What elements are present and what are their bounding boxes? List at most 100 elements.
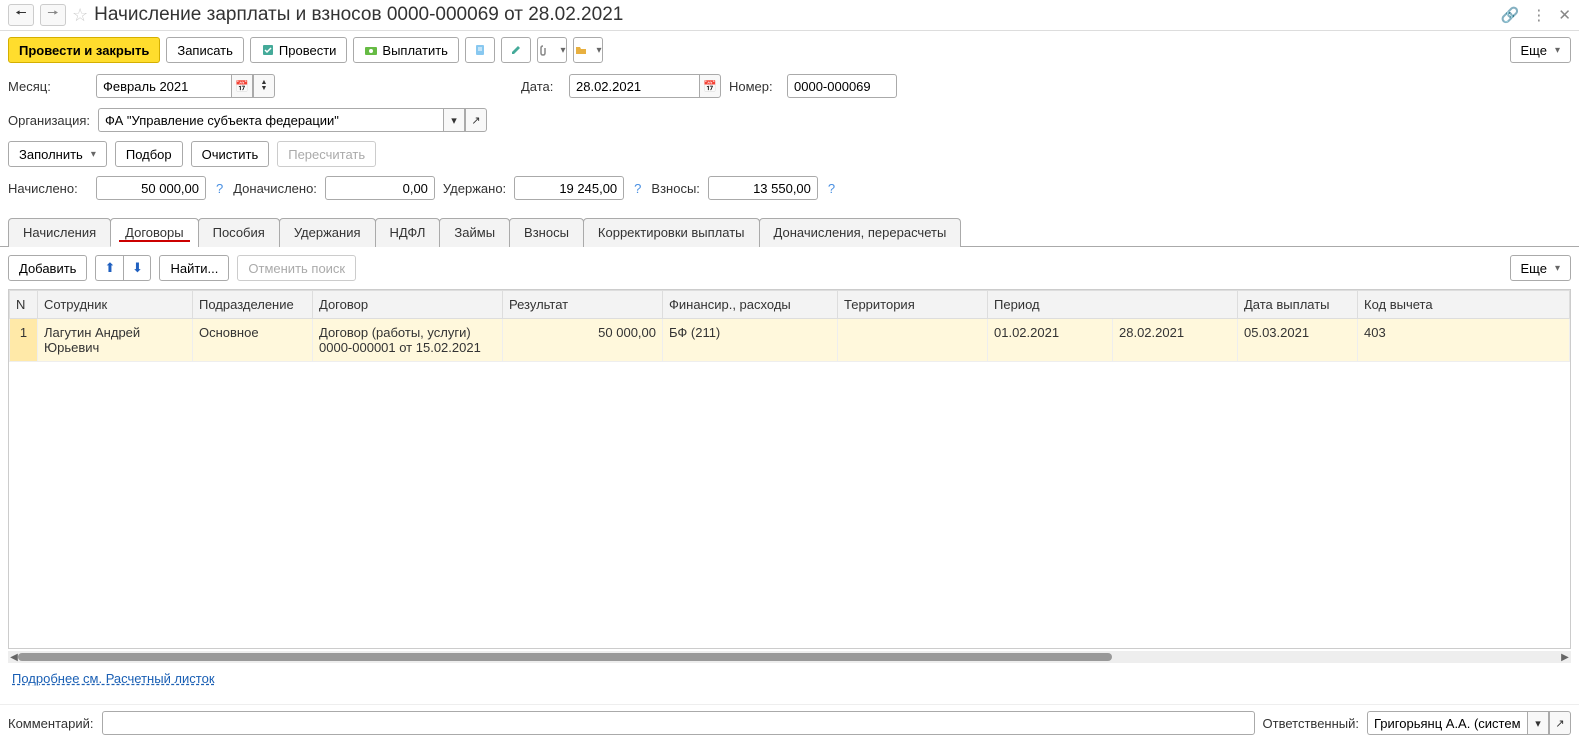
tab-contracts[interactable]: Договоры — [110, 218, 198, 247]
col-department[interactable]: Подразделение — [193, 291, 313, 319]
select-button[interactable]: Подбор — [115, 141, 183, 167]
month-spin-buttons[interactable]: ▲▼ — [253, 74, 275, 98]
table-row[interactable]: 1 Лагутин Андрей Юрьевич Основное Догово… — [10, 319, 1570, 362]
move-up-button[interactable]: ⬆ — [95, 255, 123, 281]
scroll-right-icon[interactable]: ▶ — [1559, 651, 1571, 663]
contrib-value[interactable] — [708, 176, 818, 200]
calendar-icon[interactable]: 📅 — [231, 74, 253, 98]
help-icon[interactable]: ? — [826, 181, 837, 196]
table-container: N Сотрудник Подразделение Договор Резуль… — [8, 289, 1571, 649]
tab-contributions[interactable]: Взносы — [509, 218, 584, 247]
save-button[interactable]: Записать — [166, 37, 244, 63]
attach-icon-button[interactable]: ▾ — [537, 37, 567, 63]
pay-label: Выплатить — [382, 43, 448, 58]
withheld-value[interactable] — [514, 176, 624, 200]
responsible-label: Ответственный: — [1263, 716, 1359, 731]
col-result[interactable]: Результат — [503, 291, 663, 319]
payslip-link[interactable]: Подробнее см. Расчетный листок — [12, 671, 215, 686]
kebab-menu-icon[interactable]: ⋮ — [1531, 6, 1546, 24]
cell-period-from: 01.02.2021 — [988, 319, 1113, 362]
chevron-down-icon: ▾ — [91, 149, 96, 160]
withheld-label: Удержано: — [443, 181, 506, 196]
org-label: Организация: — [8, 113, 90, 128]
pay-icon — [364, 43, 378, 57]
org-input[interactable] — [98, 108, 443, 132]
add-button[interactable]: Добавить — [8, 255, 87, 281]
cell-result: 50 000,00 — [503, 319, 663, 362]
cell-paydate: 05.03.2021 — [1238, 319, 1358, 362]
month-input[interactable] — [96, 74, 231, 98]
open-icon[interactable]: ↗ — [465, 108, 487, 132]
col-n[interactable]: N — [10, 291, 38, 319]
tab-deductions[interactable]: Удержания — [279, 218, 376, 247]
find-button[interactable]: Найти... — [159, 255, 229, 281]
more-label: Еще — [1521, 43, 1547, 58]
forward-button[interactable]: 🠖 — [40, 4, 66, 26]
favorite-star-icon[interactable]: ☆ — [72, 5, 88, 26]
accrued-value[interactable] — [96, 176, 206, 200]
sub-more-button[interactable]: Еще ▾ — [1510, 255, 1571, 281]
fill-button[interactable]: Заполнить ▾ — [8, 141, 107, 167]
fill-label: Заполнить — [19, 147, 83, 162]
responsible-input[interactable] — [1367, 711, 1527, 735]
document-icon — [473, 43, 487, 57]
col-contract[interactable]: Договор — [313, 291, 503, 319]
horizontal-scrollbar[interactable]: ◀ ▶ — [8, 651, 1571, 663]
tab-loans[interactable]: Займы — [439, 218, 510, 247]
col-financing[interactable]: Финансир., расходы — [663, 291, 838, 319]
dropdown-icon[interactable]: ▾ — [1527, 711, 1549, 735]
number-label: Номер: — [729, 79, 779, 94]
tab-recalculations[interactable]: Доначисления, перерасчеты — [759, 218, 962, 247]
submit-label: Провести — [279, 43, 337, 58]
cell-employee: Лагутин Андрей Юрьевич — [38, 319, 193, 362]
document-icon-button[interactable] — [465, 37, 495, 63]
dropdown-icon[interactable]: ▾ — [443, 108, 465, 132]
pay-button[interactable]: Выплатить — [353, 37, 459, 63]
help-icon[interactable]: ? — [214, 181, 225, 196]
tab-ndfl[interactable]: НДФЛ — [375, 218, 441, 247]
open-icon[interactable]: ↗ — [1549, 711, 1571, 735]
paperclip-icon — [538, 43, 552, 57]
move-down-button[interactable]: ⬇ — [123, 255, 151, 281]
clear-button[interactable]: Очистить — [191, 141, 270, 167]
col-paydate[interactable]: Дата выплаты — [1238, 291, 1358, 319]
chevron-down-icon: ▾ — [1555, 45, 1560, 56]
folder-icon-button[interactable]: ▾ — [573, 37, 603, 63]
submit-close-button[interactable]: Провести и закрыть — [8, 37, 160, 63]
scroll-thumb[interactable] — [18, 653, 1112, 661]
col-deduction[interactable]: Код вычета — [1358, 291, 1570, 319]
cell-department: Основное — [193, 319, 313, 362]
add-accrued-label: Доначислено: — [233, 181, 317, 196]
help-icon[interactable]: ? — [632, 181, 643, 196]
folder-icon — [574, 43, 588, 57]
chevron-down-icon: ▾ — [596, 45, 601, 56]
cancel-search-button: Отменить поиск — [237, 255, 356, 281]
more-button[interactable]: Еще ▾ — [1510, 37, 1571, 63]
contrib-label: Взносы: — [651, 181, 700, 196]
chevron-down-icon: ▾ — [560, 45, 565, 56]
number-input[interactable] — [787, 74, 897, 98]
cell-period-to: 28.02.2021 — [1113, 319, 1238, 362]
tab-accruals[interactable]: Начисления — [8, 218, 111, 247]
cell-deduction: 403 — [1358, 319, 1570, 362]
link-icon[interactable]: 🔗 — [1501, 6, 1520, 24]
tab-corrections[interactable]: Корректировки выплаты — [583, 218, 760, 247]
col-period[interactable]: Период — [988, 291, 1238, 319]
col-territory[interactable]: Территория — [838, 291, 988, 319]
add-accrued-value[interactable] — [325, 176, 435, 200]
cell-contract: Договор (работы, услуги) 0000-000001 от … — [313, 319, 503, 362]
tab-benefits[interactable]: Пособия — [198, 218, 280, 247]
calendar-icon[interactable]: 📅 — [699, 74, 721, 98]
edit-icon-button[interactable] — [501, 37, 531, 63]
cell-territory — [838, 319, 988, 362]
comment-input[interactable] — [102, 711, 1255, 735]
close-icon[interactable]: ✕ — [1558, 6, 1571, 24]
back-button[interactable]: 🠔 — [8, 4, 34, 26]
date-label: Дата: — [521, 79, 561, 94]
cell-financing: БФ (211) — [663, 319, 838, 362]
col-employee[interactable]: Сотрудник — [38, 291, 193, 319]
date-input[interactable] — [569, 74, 699, 98]
pencil-icon — [509, 43, 523, 57]
submit-icon — [261, 43, 275, 57]
submit-button[interactable]: Провести — [250, 37, 348, 63]
